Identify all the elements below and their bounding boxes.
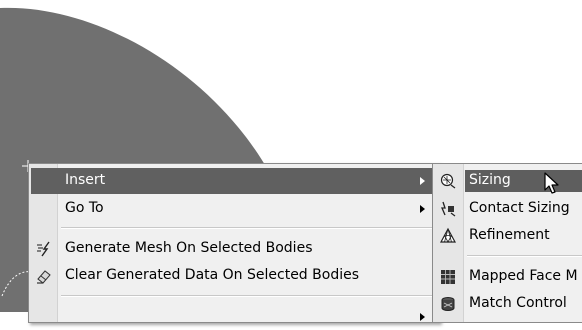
- submenu-arrow-icon: [420, 205, 425, 213]
- submenu-arrow-icon: [420, 313, 425, 321]
- mouse-pointer-icon: [544, 172, 559, 194]
- menu-item-clear-generated-data[interactable]: Clear Generated Data On Selected Bodies: [31, 263, 437, 289]
- submenu-arrow-icon: [420, 177, 425, 185]
- mapped-face-meshing-icon: [441, 270, 455, 284]
- submenu-item-label: Mapped Face M: [469, 268, 578, 284]
- match-control-icon: [441, 297, 455, 311]
- menu-item-label: Generate Mesh On Selected Bodies: [65, 240, 313, 256]
- submenu-item-label: Contact Sizing: [469, 200, 570, 216]
- submenu-item-match-control[interactable]: Match Control: [435, 291, 582, 317]
- generate-mesh-icon: [37, 241, 50, 257]
- menu-item-label: Insert: [65, 172, 106, 188]
- context-menu: Insert Go To Generate Mesh On Selected B…: [28, 163, 440, 323]
- sizing-icon: [440, 173, 456, 189]
- menu-separator: [61, 227, 435, 229]
- submenu-item-label: Refinement: [469, 227, 550, 243]
- menu-item-generate-mesh[interactable]: Generate Mesh On Selected Bodies: [31, 236, 437, 262]
- submenu-item-mapped-face-meshing[interactable]: Mapped Face M: [435, 264, 582, 290]
- submenu-item-label: Match Control: [469, 295, 567, 311]
- submenu-item-refinement[interactable]: Refinement: [435, 223, 582, 249]
- clear-data-icon: [37, 270, 51, 284]
- submenu-item-label: Sizing: [469, 172, 511, 188]
- contact-sizing-icon: [441, 201, 456, 217]
- menu-separator: [61, 295, 435, 297]
- submenu-separator: [467, 255, 582, 257]
- menu-item-go-to[interactable]: Go To: [31, 196, 437, 222]
- refinement-icon: [439, 227, 457, 243]
- submenu-item-contact-sizing[interactable]: Contact Sizing: [435, 196, 582, 222]
- menu-item-label: Go To: [65, 200, 104, 216]
- menu-item-insert[interactable]: Insert: [31, 168, 437, 194]
- menu-item-partial[interactable]: [31, 304, 437, 330]
- menu-item-label: Clear Generated Data On Selected Bodies: [65, 267, 359, 283]
